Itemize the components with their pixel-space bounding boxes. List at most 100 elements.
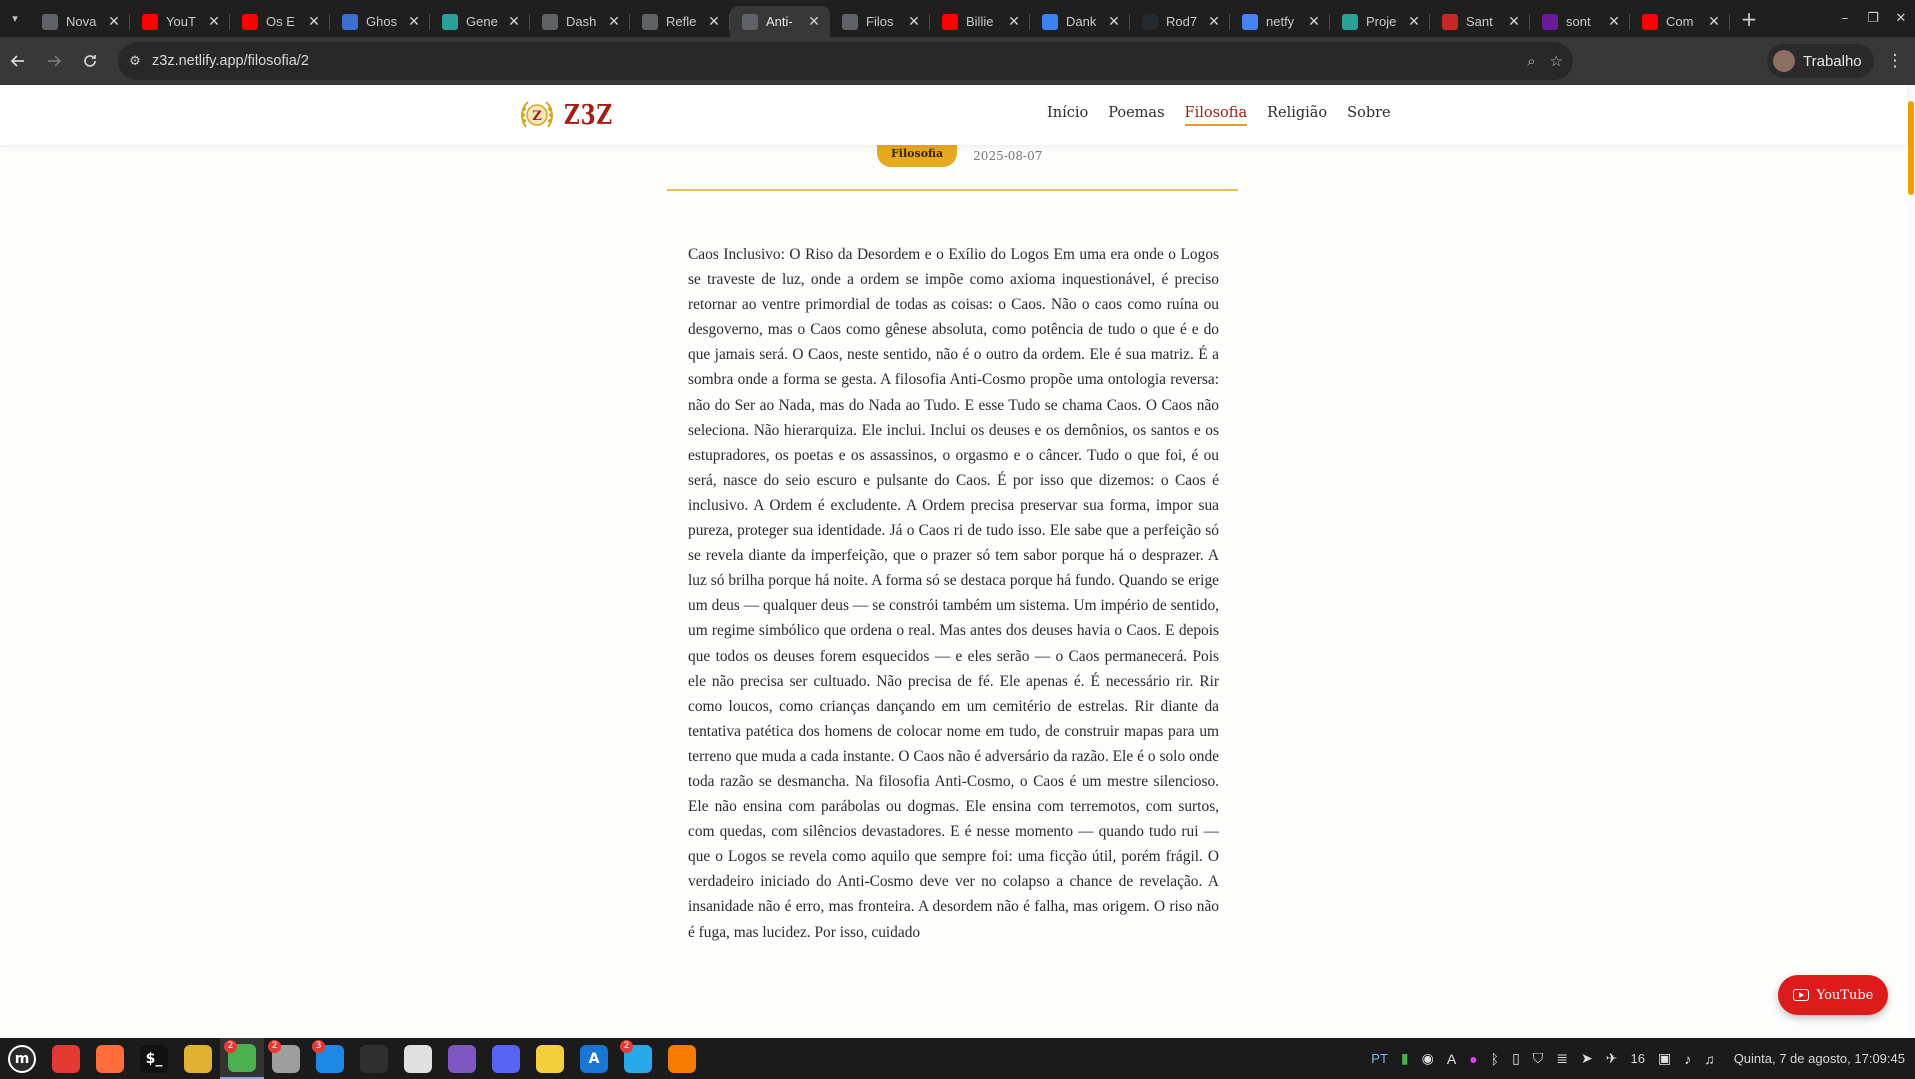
- taskbar-app[interactable]: 2: [264, 1038, 308, 1079]
- site-logo[interactable]: Z Z3Z: [518, 97, 625, 133]
- tab-close-icon[interactable]: ✕: [1406, 13, 1422, 30]
- clipboard-icon[interactable]: ▯: [1512, 1050, 1520, 1067]
- taskbar-app[interactable]: 3: [308, 1038, 352, 1079]
- browser-tab[interactable]: Proje ✕: [1330, 6, 1430, 37]
- taskbar-app[interactable]: A: [572, 1038, 616, 1079]
- flame-icon[interactable]: ●: [1469, 1051, 1477, 1067]
- taskbar-app[interactable]: [88, 1038, 132, 1079]
- tab-close-icon[interactable]: ✕: [1306, 13, 1322, 30]
- browser-tab[interactable]: Os E ✕: [230, 6, 330, 37]
- tab-close-icon[interactable]: ✕: [1506, 13, 1522, 30]
- taskbar-app[interactable]: [484, 1038, 528, 1079]
- tab-close-icon[interactable]: ✕: [806, 13, 822, 30]
- tab-close-icon[interactable]: ✕: [106, 13, 122, 30]
- tab-close-icon[interactable]: ✕: [906, 13, 922, 30]
- url-text[interactable]: z3z.netlify.app/filosofia/2: [152, 53, 309, 69]
- gamepad-icon[interactable]: ◉: [1422, 1050, 1434, 1067]
- youtube-icon: [1792, 989, 1809, 1001]
- maximize-button[interactable]: ❐: [1859, 11, 1887, 26]
- page-scrollbar[interactable]: [1907, 85, 1915, 1038]
- zoom-icon[interactable]: ⌕: [1527, 52, 1535, 70]
- text-editor-icon: [668, 1044, 696, 1073]
- tab-close-icon[interactable]: ✕: [1006, 13, 1022, 30]
- reload-button[interactable]: [72, 43, 108, 79]
- taskbar-app[interactable]: 2: [220, 1038, 264, 1079]
- taskbar-app[interactable]: [440, 1038, 484, 1079]
- taskbar-app[interactable]: [176, 1038, 220, 1079]
- tab-close-icon[interactable]: ✕: [1606, 13, 1622, 30]
- taskbar-app[interactable]: [528, 1038, 572, 1079]
- browser-tab[interactable]: Ghos ✕: [330, 6, 430, 37]
- text-tool-icon[interactable]: A: [1447, 1051, 1456, 1067]
- profile-button[interactable]: Trabalho: [1767, 44, 1874, 78]
- taskbar-app[interactable]: m: [0, 1038, 44, 1079]
- bluetooth-icon[interactable]: ᛒ: [1491, 1051, 1499, 1067]
- tab-close-icon[interactable]: ✕: [1206, 13, 1222, 30]
- bookmark-star-icon[interactable]: ☆: [1550, 52, 1563, 70]
- tab-close-icon[interactable]: ✕: [206, 13, 222, 30]
- browser-menu-button[interactable]: ⋮: [1877, 43, 1913, 79]
- taskbar-app[interactable]: 2: [616, 1038, 660, 1079]
- display-icon[interactable]: ▣: [1658, 1050, 1671, 1067]
- nav-link[interactable]: Poemas: [1108, 105, 1164, 126]
- nav-link[interactable]: Sobre: [1347, 105, 1390, 126]
- post-date: 2025-08-07: [973, 149, 1043, 163]
- firefox-icon: [96, 1044, 124, 1073]
- rocket-icon[interactable]: ✈: [1606, 1050, 1618, 1067]
- close-window-button[interactable]: ✕: [1887, 11, 1915, 26]
- forward-button[interactable]: [36, 43, 72, 79]
- notification-bell-icon[interactable]: ♪: [1684, 1051, 1691, 1067]
- pen-icon: [1542, 13, 1558, 30]
- lock-icon[interactable]: ▮: [1401, 1050, 1409, 1067]
- minimize-button[interactable]: –: [1831, 11, 1859, 26]
- taskbar-app[interactable]: [352, 1038, 396, 1079]
- send-icon[interactable]: ➤: [1581, 1050, 1593, 1067]
- music-icon[interactable]: ♫: [1704, 1051, 1715, 1067]
- taskbar-app[interactable]: [396, 1038, 440, 1079]
- browser-tab[interactable]: sont ✕: [1530, 6, 1630, 37]
- scrollbar-thumb[interactable]: [1908, 101, 1914, 195]
- arrow-left-icon: [10, 55, 24, 67]
- browser-tab[interactable]: Dash ✕: [530, 6, 630, 37]
- browser-tab[interactable]: Refle ✕: [630, 6, 730, 37]
- tab-close-icon[interactable]: ✕: [606, 13, 622, 30]
- nav-link[interactable]: Início: [1047, 105, 1088, 126]
- back-button[interactable]: [0, 43, 36, 79]
- address-bar[interactable]: ⚙ z3z.netlify.app/filosofia/2 ⌕ ☆: [118, 42, 1573, 80]
- tab-search-button[interactable]: ▾: [0, 0, 30, 37]
- site-info-icon[interactable]: ⚙: [118, 54, 152, 69]
- notes-tray-icon[interactable]: ≣: [1556, 1050, 1568, 1067]
- tab-close-icon[interactable]: ✕: [406, 13, 422, 30]
- browser-tab[interactable]: Com ✕: [1630, 6, 1730, 37]
- tab-close-icon[interactable]: ✕: [506, 13, 522, 30]
- tab-close-icon[interactable]: ✕: [306, 13, 322, 30]
- taskbar-app[interactable]: $_: [132, 1038, 176, 1079]
- tab-close-icon[interactable]: ✕: [706, 13, 722, 30]
- new-tab-button[interactable]: +: [1734, 7, 1764, 31]
- tab-title: Anti-: [766, 14, 793, 29]
- youtube-button[interactable]: YouTube: [1778, 975, 1888, 1015]
- shield-icon[interactable]: ⛉: [1533, 1050, 1544, 1067]
- browser-tab[interactable]: Filos ✕: [830, 6, 930, 37]
- browser-tab[interactable]: Nova ✕: [30, 6, 130, 37]
- clock[interactable]: Quinta, 7 de agosto, 17:09:45: [1734, 1051, 1905, 1066]
- nav-link[interactable]: Filosofia: [1184, 105, 1248, 126]
- browser-tab[interactable]: Rod7 ✕: [1130, 6, 1230, 37]
- browser-tab[interactable]: Sant ✕: [1430, 6, 1530, 37]
- browser-tab[interactable]: YouT ✕: [130, 6, 230, 37]
- browser-tab[interactable]: Gene ✕: [430, 6, 530, 37]
- keyboard-layout[interactable]: PT: [1371, 1051, 1388, 1066]
- arrow-right-icon: [48, 55, 62, 67]
- taskbar-app[interactable]: [660, 1038, 704, 1079]
- taskbar-app[interactable]: [44, 1038, 88, 1079]
- os-taskbar: m $_ 2 2 3 A 2 PT ▮ ◉ A ● ᛒ ▯ ⛉ ≣ ➤ ✈ 16 ▣ ♪ ♫…: [0, 1038, 1915, 1079]
- tab-close-icon[interactable]: ✕: [1706, 13, 1722, 30]
- tab-close-icon[interactable]: ✕: [1106, 13, 1122, 30]
- browser-tab[interactable]: Billie ✕: [930, 6, 1030, 37]
- nav-link[interactable]: Religião: [1267, 105, 1327, 126]
- browser-tab[interactable]: netfy ✕: [1230, 6, 1330, 37]
- browser-tab[interactable]: Anti- ✕: [730, 6, 830, 37]
- volume-level[interactable]: 16: [1630, 1051, 1644, 1066]
- notification-badge: 3: [312, 1040, 325, 1053]
- browser-tab[interactable]: Dank ✕: [1030, 6, 1130, 37]
